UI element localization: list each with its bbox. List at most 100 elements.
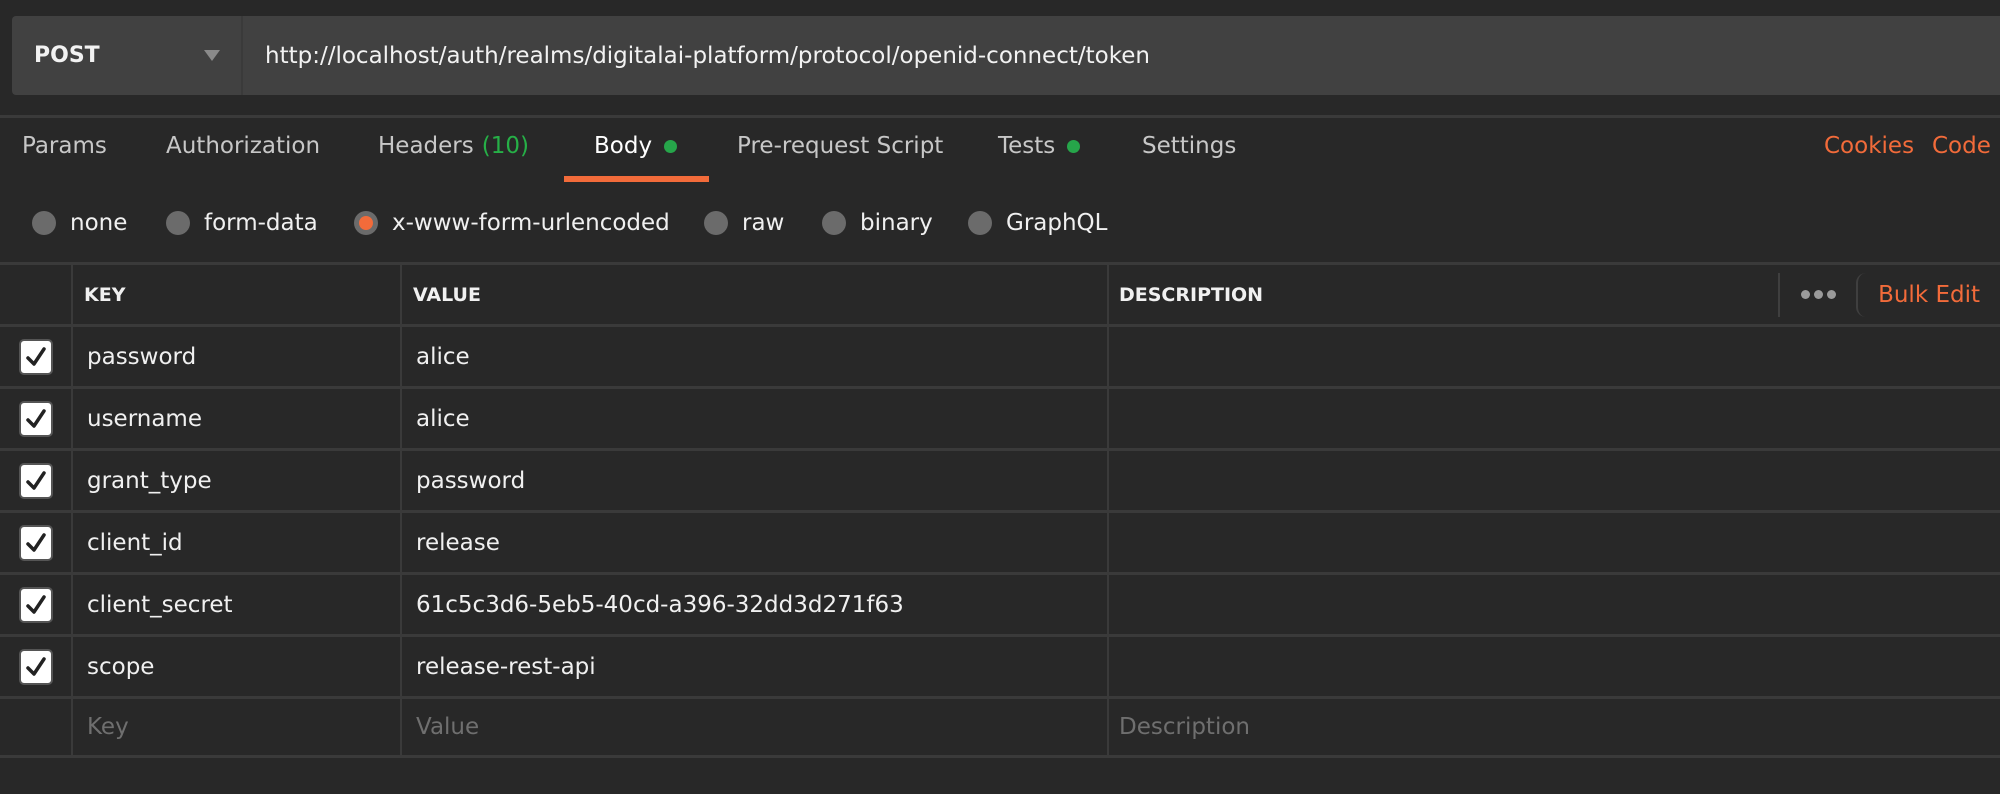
radio-label: x-www-form-urlencoded: [392, 210, 670, 236]
radio-form-data[interactable]: form-data: [166, 200, 318, 246]
row-check-cell: [0, 451, 73, 510]
table-row-empty: Key Value Description: [0, 696, 2000, 758]
row-check-cell: [0, 327, 73, 386]
row-check-cell: [0, 575, 73, 634]
cookies-link[interactable]: Cookies: [1824, 133, 1914, 159]
radio-x-www-form-urlencoded[interactable]: x-www-form-urlencoded: [354, 200, 670, 246]
header-value: VALUE: [402, 265, 1109, 324]
radio-label: none: [70, 210, 128, 236]
row-value[interactable]: password: [402, 451, 1109, 510]
table-row: password alice: [0, 324, 2000, 386]
tab-headers[interactable]: Headers (10): [378, 133, 529, 159]
table-row: client_id release: [0, 510, 2000, 572]
checkmark-icon: [25, 532, 46, 552]
radio-label: GraphQL: [1006, 210, 1108, 236]
tab-body[interactable]: Body: [594, 133, 678, 159]
table-row: grant_type password: [0, 448, 2000, 510]
request-tabs: Params Authorization Headers (10) Body P…: [0, 118, 2000, 184]
checkmark-icon: [25, 470, 46, 490]
radio-graphql[interactable]: GraphQL: [968, 200, 1107, 246]
headers-count-badge: (10): [481, 133, 529, 159]
chevron-down-icon: [204, 50, 220, 61]
tab-params[interactable]: Params: [22, 133, 107, 159]
row-value[interactable]: alice: [402, 327, 1109, 386]
tab-label: Tests: [998, 133, 1056, 159]
active-tab-underline: [564, 176, 709, 182]
radio-label: binary: [860, 210, 933, 236]
header-actions: Bulk Edit: [1778, 265, 2000, 324]
tab-tests[interactable]: Tests: [998, 133, 1081, 159]
method-label: POST: [34, 43, 100, 68]
checkmark-icon: [25, 656, 46, 676]
row-checkbox[interactable]: [18, 524, 53, 561]
header-key: KEY: [73, 265, 402, 324]
empty-check-cell: [0, 699, 73, 755]
tab-authorization[interactable]: Authorization: [166, 133, 320, 159]
tests-indicator-dot-icon: [1067, 139, 1081, 153]
checkmark-icon: [25, 408, 46, 428]
radio-circle-icon: [32, 211, 56, 235]
radio-label: raw: [742, 210, 785, 236]
request-url-bar: POST http://localhost/auth/realms/digita…: [12, 16, 2000, 95]
row-key[interactable]: password: [73, 327, 402, 386]
table-row: scope release-rest-api: [0, 634, 2000, 696]
body-indicator-dot-icon: [664, 139, 678, 153]
new-key-input[interactable]: Key: [73, 699, 402, 755]
row-description[interactable]: [1109, 389, 2000, 448]
row-key[interactable]: client_secret: [73, 575, 402, 634]
tab-label: Body: [594, 133, 653, 159]
more-options-icon[interactable]: [1780, 290, 1856, 299]
row-checkbox[interactable]: [18, 586, 53, 623]
bulk-edit-button[interactable]: Bulk Edit: [1856, 272, 2000, 317]
table-header-row: KEY VALUE DESCRIPTION Bulk Edit: [0, 262, 2000, 324]
tab-label: Settings: [1142, 133, 1237, 159]
row-key[interactable]: client_id: [73, 513, 402, 572]
row-value[interactable]: release-rest-api: [402, 637, 1109, 696]
code-link[interactable]: Code: [1932, 133, 1991, 159]
new-description-input[interactable]: Description: [1109, 699, 2000, 755]
radio-selected-icon: [354, 211, 378, 235]
row-check-cell: [0, 513, 73, 572]
url-input[interactable]: http://localhost/auth/realms/digitalai-p…: [243, 16, 2000, 95]
header-check-cell: [0, 265, 73, 324]
row-description[interactable]: [1109, 575, 2000, 634]
row-key[interactable]: grant_type: [73, 451, 402, 510]
row-value[interactable]: 61c5c3d6-5eb5-40cd-a396-32dd3d271f63: [402, 575, 1109, 634]
row-description[interactable]: [1109, 327, 2000, 386]
tab-label: Params: [22, 133, 107, 159]
row-description[interactable]: [1109, 451, 2000, 510]
radio-circle-icon: [704, 211, 728, 235]
table-row: username alice: [0, 386, 2000, 448]
row-key[interactable]: username: [73, 389, 402, 448]
radio-raw[interactable]: raw: [704, 200, 784, 246]
radio-circle-icon: [166, 211, 190, 235]
checkmark-icon: [25, 594, 46, 614]
tab-pre-request-script[interactable]: Pre-request Script: [737, 133, 943, 159]
tab-label: Headers: [378, 133, 474, 159]
tab-label: Authorization: [166, 133, 321, 159]
row-checkbox[interactable]: [18, 648, 53, 685]
row-check-cell: [0, 389, 73, 448]
radio-binary[interactable]: binary: [822, 200, 933, 246]
row-checkbox[interactable]: [18, 338, 53, 375]
tab-settings[interactable]: Settings: [1142, 133, 1236, 159]
row-check-cell: [0, 637, 73, 696]
body-type-radio-group: none form-data x-www-form-urlencoded raw…: [0, 200, 2000, 246]
row-value[interactable]: alice: [402, 389, 1109, 448]
table-row: client_secret 61c5c3d6-5eb5-40cd-a396-32d…: [0, 572, 2000, 634]
radio-circle-icon: [822, 211, 846, 235]
params-table: KEY VALUE DESCRIPTION Bulk Edit password…: [0, 262, 2000, 758]
new-value-input[interactable]: Value: [402, 699, 1109, 755]
radio-none[interactable]: none: [32, 200, 127, 246]
row-checkbox[interactable]: [18, 462, 53, 499]
radio-label: form-data: [204, 210, 318, 236]
row-description[interactable]: [1109, 513, 2000, 572]
row-value[interactable]: release: [402, 513, 1109, 572]
row-description[interactable]: [1109, 637, 2000, 696]
radio-circle-icon: [968, 211, 992, 235]
row-key[interactable]: scope: [73, 637, 402, 696]
method-dropdown[interactable]: POST: [12, 16, 243, 95]
tab-label: Pre-request Script: [737, 133, 944, 159]
row-checkbox[interactable]: [18, 400, 53, 437]
checkmark-icon: [25, 346, 46, 366]
